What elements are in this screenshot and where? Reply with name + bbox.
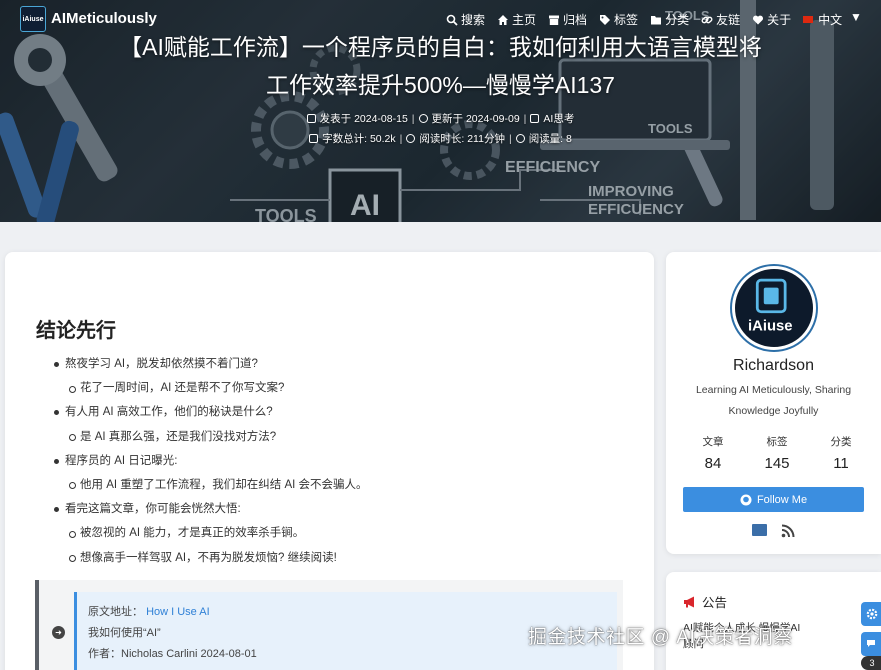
stat-value: 11 [833,455,849,472]
announcement-card: 公告 AI赋能个人成长 慢慢学AI顾问 [666,572,881,670]
author-name: Richardson [733,357,814,374]
nav-label: 搜索 [461,13,486,27]
nav-item-about[interactable]: 关于 [752,11,791,28]
avatar[interactable]: iAiuse [732,266,816,350]
comments-button[interactable] [861,632,881,656]
article-card: 结论先行 熬夜学习 AI，脱发却依然摸不着门道? 花了一周时间，AI 还是帮不了… [5,252,654,670]
list-item: 被忽视的 AI 能力，才是真正的效率杀手锏。 [49,521,639,545]
list-item: 花了一周时间，AI 还是帮不了你写文案? [49,376,639,400]
list-item: 想像高手一样驾驭 AI，不再为脱发烦恼? 继续阅读! [49,546,639,570]
list-item: 他用 AI 重塑了工作流程，我们却在纠结 AI 会不会骗人。 [49,473,639,497]
post-read-time: 阅读时长: 211分钟 [419,133,505,145]
source-link[interactable]: How I Use AI [146,606,210,618]
nav-item-tags[interactable]: 标签 [599,11,638,28]
list-item: 有人用 AI 高效工作，他们的秘诀是什么? [49,400,639,424]
flag-icon [803,16,814,23]
source-line: 原文地址： How I Use AI [88,602,617,623]
folder-icon [651,15,662,24]
nav-menu: 搜索 主页 归档 标签 分类 友链 关于 中文 [446,11,842,28]
nav-item-categories[interactable]: 分类 [650,11,689,28]
envelope-icon[interactable] [752,524,767,536]
author-description: Learning AI Meticulously, Sharing Knowle… [695,384,852,417]
article-list: 熬夜学习 AI，脱发却依然摸不着门道? 花了一周时间，AI 还是帮不了你写文案?… [49,352,639,570]
comment-count-badge[interactable]: 3 [861,656,881,670]
nav-label: 中文 [818,13,843,27]
settings-button[interactable] [861,602,881,626]
nav-label: 标签 [614,13,639,27]
post-word-count: 字数总计: 50.2k [322,133,396,145]
site-name[interactable]: AIMeticulously [51,10,157,27]
post-view-count: 阅读量: 8 [528,133,572,145]
badge-count: 3 [869,658,875,668]
post-meta-primary: 发表于 2024-08-15 | 更新于 2024-09-09 | AI思考 [0,111,881,126]
github-icon [740,494,752,505]
list-item: 熬夜学习 AI，脱发却依然摸不着门道? [49,352,639,376]
tags-icon [600,14,611,25]
link-icon [701,16,713,23]
nav-label: 分类 [665,13,690,27]
stat-categories[interactable]: 分类 11 [811,434,871,472]
chevron-down-icon[interactable]: ▼ [850,10,862,24]
archive-icon [549,15,560,25]
follow-label: Follow Me [756,493,808,506]
author-profile-card: iAiuse Richardson Learning AI Meticulous… [666,252,881,554]
site-logo[interactable]: iAiuse [20,6,46,32]
home-icon [498,14,509,25]
stat-label: 标签 [766,436,788,448]
comments-icon [867,640,875,647]
heart-icon [753,15,764,24]
announcement-title: 公告 [702,596,728,610]
list-item: 程序员的 AI 日记曝光: [49,449,639,473]
nav-label: 关于 [767,13,792,27]
gear-icon [866,608,878,620]
inbox-icon [530,114,540,123]
follow-me-button[interactable]: Follow Me [683,487,864,512]
article-heading: 结论先行 [36,320,116,342]
author-stats: 文章 84 标签 145 分类 11 [683,434,881,472]
stat-articles[interactable]: 文章 84 [683,434,743,472]
nav-item-home[interactable]: 主页 [497,11,536,28]
logo-text: iAiuse [22,15,44,23]
eye-icon [515,134,525,143]
stat-value: 145 [764,455,790,472]
stat-tags[interactable]: 标签 145 [747,434,807,472]
stat-label: 文章 [702,436,724,448]
meta-separator: | [523,112,527,125]
social-links [752,524,796,538]
nav-item-language[interactable]: 中文 [803,11,842,28]
nav-item-search[interactable]: 搜索 [446,11,485,28]
clock-icon [406,134,416,143]
avatar-text: iAiuse [748,318,793,334]
search-icon [446,14,458,26]
source-label: 原文地址： [88,606,143,618]
list-item: 看完这篇文章，你可能会恍然大悟: [49,497,639,521]
history-icon [418,114,428,123]
meta-separator: | [508,132,512,145]
calendar-icon [306,114,316,123]
post-title: 【AI赋能工作流】一个程序员的自白：我如何利用大语言模型将 工作效率提升500%… [60,28,821,104]
post-title-line: 工作效率提升500%—慢慢学AI137 [266,72,615,98]
file-word-icon [309,134,319,143]
announcement-header: 公告 [683,592,727,611]
post-updated-date: 更新于 2024-09-09 [431,113,520,125]
stat-value: 84 [704,455,722,472]
post-meta-secondary: 字数总计: 50.2k | 阅读时长: 211分钟 | 阅读量: 8 [0,131,881,146]
expand-arrow-icon[interactable]: ➜ [52,626,65,639]
nav-item-archive[interactable]: 归档 [548,11,587,28]
list-item: 是 AI 真那么强，还是我们没找对方法? [49,425,639,449]
meta-separator: | [399,132,403,145]
stat-label: 分类 [830,436,852,448]
bullhorn-icon [684,596,694,607]
nav-label: 主页 [512,13,537,27]
watermark: 掘金技术社区 @ AI决策者洞察 [528,627,793,648]
nav-label: 友链 [716,13,741,27]
avatar-logo-icon: iAiuse [748,278,793,334]
post-published-date: 发表于 2024-08-15 [319,113,408,125]
post-category-link[interactable]: AI思考 [543,111,574,126]
nav-item-links[interactable]: 友链 [701,11,740,28]
nav-label: 归档 [563,13,588,27]
meta-separator: | [411,112,415,125]
rss-icon[interactable] [781,524,796,538]
post-title-line: 【AI赋能工作流】一个程序员的自白：我如何利用大语言模型将 [119,34,762,60]
